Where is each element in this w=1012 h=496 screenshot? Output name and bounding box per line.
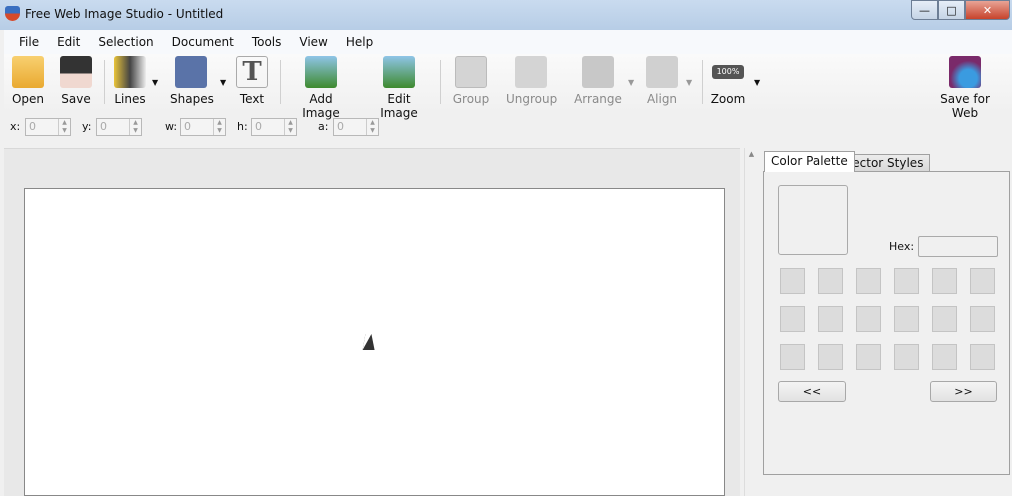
group-button[interactable]: Group — [451, 56, 491, 106]
h-spinner[interactable]: ▲ ▼ — [284, 119, 296, 135]
h-field[interactable]: 0 ▲ ▼ — [251, 118, 297, 136]
floppy-disk-icon — [60, 56, 92, 88]
shapes-icon — [175, 56, 207, 88]
color-palette-panel: Hex: << >> — [763, 171, 1010, 475]
color-swatch[interactable] — [856, 268, 881, 294]
color-swatch[interactable] — [970, 268, 995, 294]
menu-selection[interactable]: Selection — [89, 35, 162, 49]
color-swatch[interactable] — [894, 344, 919, 370]
shapes-dropdown-icon[interactable]: ▼ — [220, 78, 226, 87]
ungroup-button[interactable]: Ungroup — [506, 56, 557, 106]
open-button[interactable]: Open — [10, 56, 46, 106]
w-spinner[interactable]: ▲ ▼ — [213, 119, 225, 135]
color-swatch[interactable] — [894, 306, 919, 332]
panel-scrollbar[interactable]: ▲ — [744, 148, 758, 496]
text-button[interactable]: T Text — [236, 56, 268, 106]
x-field[interactable]: 0 ▲ ▼ — [25, 118, 71, 136]
scroll-up-icon[interactable]: ▲ — [745, 150, 758, 158]
color-swatch[interactable] — [932, 268, 957, 294]
align-button[interactable]: Align — [644, 56, 680, 106]
color-swatch[interactable] — [818, 268, 843, 294]
color-swatch[interactable] — [780, 306, 805, 332]
x-label: x: — [10, 120, 21, 133]
color-swatch[interactable] — [856, 344, 881, 370]
arrange-button[interactable]: Arrange — [574, 56, 622, 106]
title-bar: Free Web Image Studio - Untitled — □ ✕ — [0, 0, 1012, 30]
color-swatch[interactable] — [780, 268, 805, 294]
globe-icon — [949, 56, 981, 88]
menu-view[interactable]: View — [290, 35, 336, 49]
arrange-dropdown-icon[interactable]: ▼ — [628, 78, 634, 87]
tab-color-palette[interactable]: Color Palette — [764, 151, 855, 172]
zoom-dropdown-icon[interactable]: ▼ — [754, 78, 760, 87]
color-swatch[interactable] — [932, 306, 957, 332]
color-swatch[interactable] — [932, 344, 957, 370]
color-swatch[interactable] — [970, 306, 995, 332]
save-button[interactable]: Save — [58, 56, 94, 106]
next-palette-button[interactable]: >> — [930, 381, 997, 402]
text-icon: T — [236, 56, 268, 88]
pencils-icon — [114, 56, 146, 88]
window-title: Free Web Image Studio - Untitled — [25, 7, 224, 21]
maximize-button[interactable]: □ — [938, 0, 965, 20]
y-field[interactable]: 0 ▲ ▼ — [96, 118, 142, 136]
menu-file[interactable]: File — [10, 35, 48, 49]
add-image-icon — [305, 56, 337, 88]
hex-input[interactable] — [918, 236, 998, 257]
edit-image-button[interactable]: Edit Image — [369, 56, 429, 120]
color-swatch[interactable] — [894, 268, 919, 294]
color-swatch[interactable] — [818, 306, 843, 332]
zoom-icon: 100% — [712, 65, 744, 79]
properties-bar: x: 0 ▲ ▼ y: 0 ▲ ▼ w: 0 ▲ ▼ h: 0 ▲ ▼ a: 0 ▲ ▼ — [4, 114, 1012, 142]
shapes-button[interactable]: Shapes — [170, 56, 214, 106]
app-logo-icon — [5, 6, 20, 21]
color-swatch[interactable] — [818, 344, 843, 370]
menu-help[interactable]: Help — [337, 35, 382, 49]
add-image-button[interactable]: Add Image — [290, 56, 352, 120]
hex-label: Hex: — [889, 240, 915, 253]
folder-icon — [12, 56, 44, 88]
color-swatch[interactable] — [970, 344, 995, 370]
color-swatch[interactable] — [856, 306, 881, 332]
minimize-button[interactable]: — — [911, 0, 938, 20]
menu-tools[interactable]: Tools — [243, 35, 291, 49]
current-color-preview — [778, 185, 848, 255]
toolbar: Open Save Lines ▼ Shapes ▼ T Text Add Ima… — [4, 54, 1012, 120]
lines-dropdown-icon[interactable]: ▼ — [152, 78, 158, 87]
menu-document[interactable]: Document — [163, 35, 243, 49]
save-for-web-button[interactable]: Save for Web — [928, 56, 1002, 120]
arrange-icon — [582, 56, 614, 88]
w-field[interactable]: 0 ▲ ▼ — [180, 118, 226, 136]
a-field[interactable]: 0 ▲ ▼ — [333, 118, 379, 136]
menu-bar: File Edit Selection Document Tools View … — [4, 30, 1012, 54]
w-label: w: — [165, 120, 178, 133]
close-button[interactable]: ✕ — [965, 0, 1010, 20]
x-spinner[interactable]: ▲ ▼ — [58, 119, 70, 135]
color-swatch[interactable] — [780, 344, 805, 370]
previous-palette-button[interactable]: << — [778, 381, 846, 402]
align-dropdown-icon[interactable]: ▼ — [686, 78, 692, 87]
a-label: a: — [318, 120, 329, 133]
align-icon — [646, 56, 678, 88]
zoom-button[interactable]: 100% Zoom — [708, 56, 748, 106]
ungroup-icon — [515, 56, 547, 88]
menu-edit[interactable]: Edit — [48, 35, 89, 49]
group-icon — [455, 56, 487, 88]
lines-button[interactable]: Lines — [112, 56, 148, 106]
a-spinner[interactable]: ▲ ▼ — [366, 119, 378, 135]
y-spinner[interactable]: ▲ ▼ — [129, 119, 141, 135]
edit-image-icon — [383, 56, 415, 88]
y-label: y: — [82, 120, 92, 133]
h-label: h: — [237, 120, 248, 133]
